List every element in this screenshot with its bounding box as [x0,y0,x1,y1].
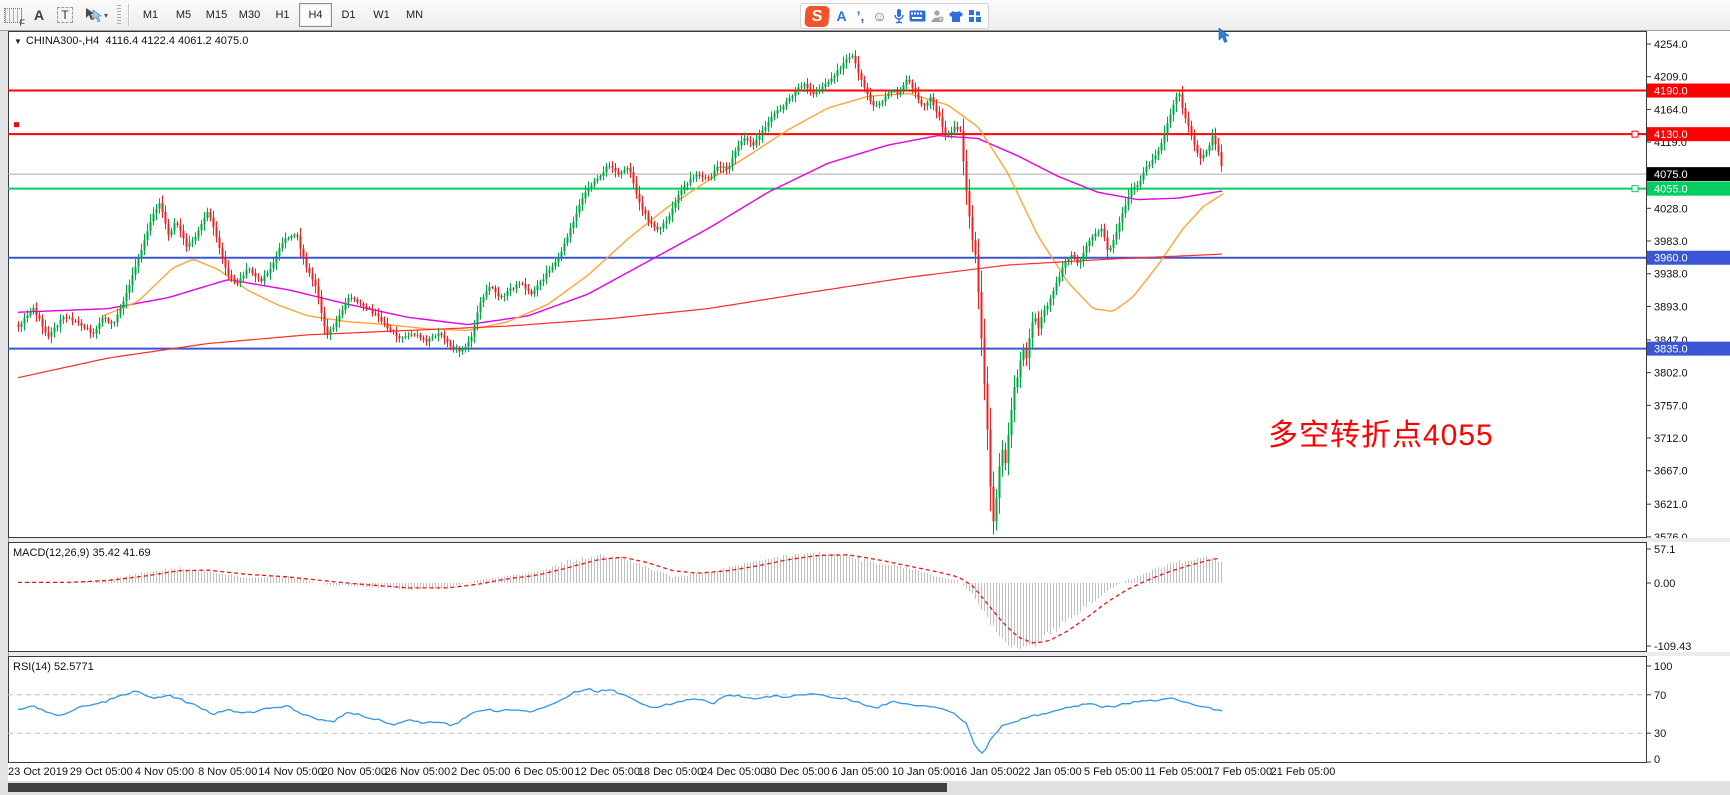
ime-emoji-icon[interactable]: ☺ [870,6,889,26]
macd-chart: 57.1 0.00 -109.43 [8,542,1730,652]
time-tick: 21 Feb 05:00 [1271,766,1336,778]
tab-timeframe-m30[interactable]: M30 [233,3,266,27]
price-tick: 3938.0 [1654,269,1688,281]
time-tick: 22 Jan 05:00 [1018,766,1082,778]
ma-orange [103,94,1223,331]
svg-text:0: 0 [1654,754,1660,763]
svg-text:-109.43: -109.43 [1654,641,1691,652]
price-tick: 4028.0 [1654,203,1688,215]
svg-text:100: 100 [1654,661,1672,673]
time-tick: 18 Dec 05:00 [638,766,703,778]
ime-punctuation-icon[interactable]: ’, [851,6,870,26]
time-tick: 11 Feb 05:00 [1144,766,1208,778]
time-tick: 6 Jan 05:00 [832,766,890,778]
tab-timeframe-m1[interactable]: M1 [134,3,167,27]
ime-skin-icon[interactable] [946,6,965,26]
macd-panel[interactable]: MACD(12,26,9) 35.42 41.69 57.1 0.00 -109.4… [8,542,1730,652]
pointer-tools-icon[interactable]: ▾ [79,4,113,26]
line-handle[interactable] [1632,186,1638,192]
tab-timeframe-m15[interactable]: M15 [200,3,233,27]
rsi-panel[interactable]: RSI(14) 52.5771 100 70 30 0 [8,656,1730,763]
price-tick: 3893.0 [1654,301,1688,313]
time-tick: 6 Dec 05:00 [514,766,573,778]
time-tick: 23 Oct 2019 [8,766,68,778]
time-tick: 4 Nov 05:00 [135,766,194,778]
rsi-label: RSI(14) 52.5771 [13,661,94,673]
tab-timeframe-d1[interactable]: D1 [332,3,365,27]
price-tick: 3667.0 [1654,466,1688,478]
price-tag-label: 4055.0 [1654,184,1688,196]
price-tag-label: 4190.0 [1654,86,1688,98]
price-tick: 3802.0 [1654,368,1688,380]
grid-template-icon[interactable]: F [1,4,25,26]
font-a-icon[interactable]: A [27,4,51,26]
horizontal-scrollbar[interactable] [0,781,1730,795]
time-tick: 24 Dec 05:00 [701,766,766,778]
price-tag-label: 4130.0 [1654,129,1688,141]
rsi-chart: 100 70 30 0 [8,656,1730,763]
time-tick: 20 Nov 05:00 [322,766,387,778]
chart-title: ▼ CHINA300-,H4 4116.4 4122.4 4061.2 4075.… [14,35,248,47]
ime-keyboard-icon[interactable] [908,6,927,26]
dropdown-caret-icon[interactable]: ▾ [104,11,108,20]
tab-timeframe-w1[interactable]: W1 [365,3,398,27]
svg-text:70: 70 [1654,690,1666,702]
price-tag-label: 4075.0 [1654,169,1688,181]
toolbar-separator [128,4,130,26]
ime-toolbox-icon[interactable] [965,6,984,26]
time-tick: 2 Dec 05:00 [451,766,510,778]
text-label-icon[interactable]: T [53,4,77,26]
toolbar-grip[interactable] [117,5,121,25]
top-toolbar: F A T ▾ M1M5M15M30H1H4D1W1MN S A ’, ☺ [0,0,1730,31]
svg-text:57.1: 57.1 [1654,544,1675,556]
macd-label: MACD(12,26,9) 35.42 41.69 [13,547,151,559]
price-tag-label: 3835.0 [1654,344,1688,356]
tab-timeframe-mn[interactable]: MN [398,3,431,27]
time-tick: 17 Feb 05:00 [1207,766,1272,778]
chart-ohlc: 4116.4 4122.4 4061.2 4075.0 [105,35,248,47]
price-tick: 3576.0 [1654,532,1688,538]
price-tick: 3983.0 [1654,236,1688,248]
tab-timeframe-h1[interactable]: H1 [266,3,299,27]
time-tick: 16 Jan 05:00 [955,766,1019,778]
chart-annotation[interactable]: 多空转折点4055 [1268,410,1494,454]
rsi-line [18,689,1222,753]
ime-account-icon[interactable] [927,6,946,26]
line-marker [14,122,19,127]
time-tick: 5 Feb 05:00 [1084,766,1143,778]
price-tick: 4254.0 [1654,39,1688,51]
candlestick-chart[interactable]: 4254.04209.04164.04119.04028.03983.03938… [8,31,1730,538]
time-tick: 12 Dec 05:00 [575,766,640,778]
chart-symbol: CHINA300-,H4 [26,35,99,47]
time-tick: 10 Jan 05:00 [892,766,956,778]
scrollbar-thumb[interactable] [8,783,947,792]
line-handle[interactable] [1632,131,1638,137]
ime-language-icon[interactable]: A [832,6,851,26]
time-tick: 14 Nov 05:00 [258,766,323,778]
cursor-arrows-glyph [84,7,102,23]
price-tick: 3621.0 [1654,499,1688,511]
chevron-down-icon[interactable]: ▼ [14,37,22,46]
time-tick: 30 Dec 05:00 [764,766,829,778]
price-tick: 3712.0 [1654,433,1688,445]
price-tick: 3757.0 [1654,400,1688,412]
svg-text:30: 30 [1654,728,1666,740]
price-tag-label: 3960.0 [1654,253,1688,265]
time-tick: 29 Oct 05:00 [70,766,133,778]
ime-toolbar: S A ’, ☺ [800,3,989,29]
tab-timeframe-h4[interactable]: H4 [299,3,332,27]
mouse-cursor-icon [1218,28,1231,44]
price-tick: 4164.0 [1654,104,1688,116]
svg-text:0.00: 0.00 [1654,578,1675,590]
price-tick: 4209.0 [1654,72,1688,84]
time-tick: 8 Nov 05:00 [198,766,257,778]
sogou-logo-icon[interactable]: S [804,6,829,27]
time-axis[interactable]: 23 Oct 201929 Oct 05:004 Nov 05:00 8 Nov … [8,763,1730,781]
timeframe-group: M1M5M15M30H1H4D1W1MN [134,3,431,27]
main-chart-panel[interactable]: ▼ CHINA300-,H4 4116.4 4122.4 4061.2 4075.… [8,31,1730,538]
tab-timeframe-m5[interactable]: M5 [167,3,200,27]
time-tick: 26 Nov 05:00 [385,766,450,778]
ime-mic-icon[interactable] [889,6,908,26]
